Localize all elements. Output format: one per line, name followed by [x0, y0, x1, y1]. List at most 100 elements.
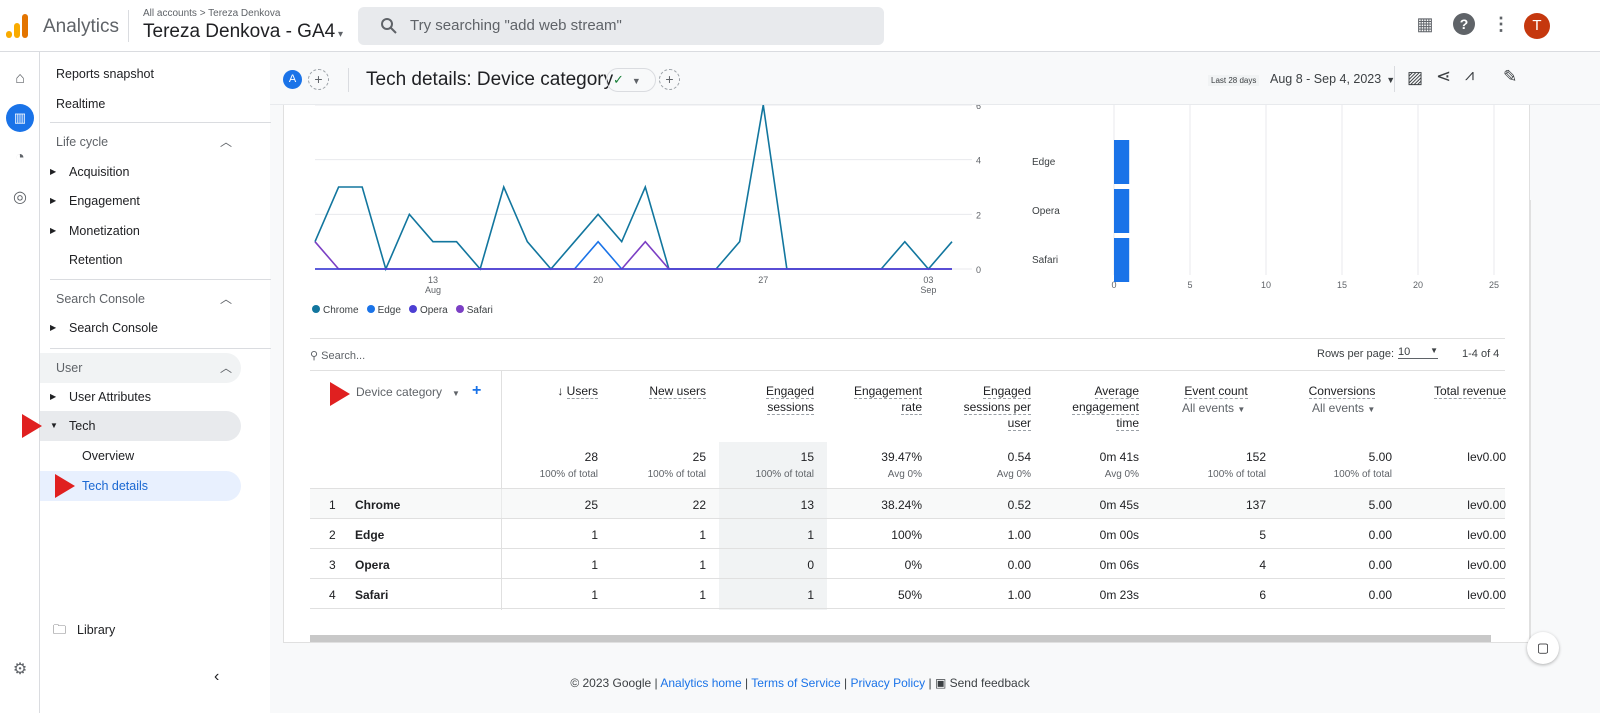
column-header[interactable]: Event count All events ▼	[1166, 383, 1266, 415]
breadcrumb[interactable]: All accounts > Tereza Denkova	[143, 8, 280, 19]
search-placeholder: Try searching "add web stream"	[410, 17, 622, 34]
edit-pencil-icon[interactable]: ✎	[1503, 67, 1517, 87]
annotation-arrow	[22, 414, 42, 438]
share-icon[interactable]: ⋖	[1436, 66, 1451, 87]
report-status-button[interactable]: ✓ ▼	[606, 68, 656, 92]
section-lifecycle[interactable]: Life cycle ︿	[40, 127, 241, 157]
table-cell: 6	[1259, 588, 1266, 602]
divider	[310, 338, 1505, 339]
section-user[interactable]: User ︿	[40, 353, 241, 383]
avatar[interactable]: T	[1524, 13, 1550, 39]
column-header[interactable]: Engagement rate	[842, 383, 922, 415]
metric-filter[interactable]: All events ▼	[1166, 401, 1266, 415]
property-selector[interactable]: Tereza Denkova - GA4 ▾	[143, 21, 343, 43]
search-bar[interactable]: Try searching "add web stream"	[358, 7, 884, 45]
vertical-scrollbar[interactable]	[1530, 200, 1538, 640]
nav-retention[interactable]: Retention	[40, 245, 241, 275]
dimension-selector[interactable]: Device category ▼	[356, 385, 460, 399]
feedback-link[interactable]: ▣ Send feedback	[935, 676, 1030, 690]
copyright: © 2023 Google |	[570, 676, 658, 690]
table-cell: 4	[1259, 558, 1266, 572]
section-label: Search Console	[56, 292, 145, 306]
date-range-picker[interactable]: Aug 8 - Sep 4, 2023 ▼	[1270, 72, 1395, 86]
advertising-icon[interactable]: ◎	[6, 184, 34, 212]
more-vert-icon[interactable]: ⋮	[1489, 14, 1513, 38]
customize-report-icon[interactable]: ▨	[1407, 68, 1423, 88]
privacy-link[interactable]: Privacy Policy	[850, 676, 925, 690]
insights-icon[interactable]: ⩘	[1465, 67, 1474, 85]
nav-tech[interactable]: ▼ Tech	[40, 411, 241, 441]
x-tick-label: 27	[758, 275, 768, 285]
rows-per-page-select[interactable]: 10 ▼	[1398, 346, 1438, 359]
legend-item[interactable]: Opera	[408, 305, 448, 316]
home-icon[interactable]: ⌂	[6, 65, 34, 93]
table-row[interactable]: 3 Opera 1 1 0 0% 0.00 0m 06s 4 0.00 lev0.00	[310, 548, 1506, 578]
metric-filter[interactable]: All events ▼	[1292, 401, 1392, 415]
total-cell: 25 100% of total	[606, 450, 706, 480]
help-icon[interactable]: ?	[1453, 13, 1475, 35]
footer: © 2023 Google | Analytics home | Terms o…	[570, 676, 1030, 690]
legend-label: Opera	[419, 305, 448, 316]
column-label: Event count	[1184, 384, 1248, 399]
caret-down-icon: ▼	[631, 76, 641, 86]
feedback-icon: ▣	[934, 676, 947, 690]
nav-tech-overview[interactable]: Overview	[40, 441, 241, 471]
series-line-chrome	[314, 105, 953, 272]
explore-icon[interactable]: ◔	[6, 144, 34, 172]
column-header[interactable]: Total revenue	[1406, 383, 1506, 399]
table-cell: 13	[800, 498, 814, 512]
column-header[interactable]: Conversions All events ▼	[1292, 383, 1392, 415]
filter-label: All events	[1182, 401, 1235, 415]
nav-monetization[interactable]: ▶ Monetization	[40, 216, 241, 246]
comparison-avatar[interactable]: A	[283, 70, 302, 89]
nav-acquisition[interactable]: ▶ Acquisition	[40, 157, 241, 187]
column-header[interactable]: Engaged sessions	[734, 383, 814, 415]
x-tick-label: 5	[1187, 280, 1192, 290]
total-cell: 5.00 100% of total	[1292, 450, 1392, 480]
table-row[interactable]: 2 Edge 1 1 1 100% 1.00 0m 00s 5 0.00 lev0.00	[310, 518, 1506, 548]
terms-link[interactable]: Terms of Service	[751, 676, 840, 690]
bar-opera	[1114, 189, 1130, 233]
section-search-console[interactable]: Search Console ︿	[40, 284, 241, 314]
legend-item[interactable]: Chrome	[312, 305, 359, 316]
column-header[interactable]: Engaged sessions per user	[951, 383, 1031, 431]
legend-item[interactable]: Safari	[455, 305, 493, 316]
total-subtext: 100% of total	[1333, 469, 1392, 480]
line-chart: 0 2 4 6 13Aug 20 27 03Sep	[314, 105, 981, 295]
series-line-safari	[314, 240, 952, 270]
annotation-arrow	[55, 474, 75, 498]
divider	[50, 122, 271, 123]
analytics-home-link[interactable]: Analytics home	[660, 676, 741, 690]
table-row[interactable]: 4 Safari 1 1 1 50% 1.00 0m 23s 6 0.00 lev0.00	[310, 578, 1506, 608]
row-number: 1	[329, 498, 336, 512]
nav-realtime[interactable]: Realtime	[40, 89, 241, 119]
report-card: 0 2 4 6 13 Aug 20 27 03 Sep Chrome Edge Opera Safari…	[283, 105, 1530, 643]
section-label: User	[56, 361, 83, 375]
add-dimension-icon[interactable]: +	[472, 382, 481, 400]
device-name: Edge	[355, 528, 385, 542]
nav-reports-snapshot[interactable]: Reports snapshot	[40, 59, 241, 89]
chevron-up-icon: ︿	[220, 135, 233, 149]
table-cell: lev0.00	[1467, 528, 1506, 542]
x-tick-month: Aug	[425, 285, 441, 295]
reports-icon[interactable]: ▥	[6, 104, 34, 132]
search-icon: ⚲	[310, 350, 319, 362]
feedback-label: Send feedback	[949, 676, 1030, 690]
column-header[interactable]: Average engagement time	[1049, 383, 1139, 431]
column-header[interactable]: New users	[616, 383, 706, 399]
apps-grid-icon[interactable]: ▦	[1413, 14, 1437, 38]
horizontal-scrollbar[interactable]	[310, 635, 1491, 642]
table-search[interactable]: ⚲ Search...	[310, 349, 365, 362]
sort-arrow-down-icon: ↓	[557, 384, 567, 398]
legend-item[interactable]: Edge	[366, 305, 401, 316]
column-header[interactable]: ↓ Users	[508, 383, 598, 399]
nav-user-attributes[interactable]: ▶ User Attributes	[40, 382, 241, 412]
y-tick-label: 4	[976, 156, 981, 166]
nav-library[interactable]: 🗀 Library	[40, 615, 241, 645]
add-comparison-icon[interactable]: +	[308, 69, 329, 90]
nav-search-console[interactable]: ▶ Search Console	[40, 313, 241, 343]
nav-engagement[interactable]: ▶ Engagement	[40, 186, 241, 216]
feedback-button[interactable]: ▢	[1527, 632, 1559, 664]
add-filter-icon[interactable]: +	[659, 69, 680, 90]
table-row[interactable]: 1 Chrome 25 22 13 38.24% 0.52 0m 45s 137 5.00 lev0…	[310, 488, 1506, 518]
